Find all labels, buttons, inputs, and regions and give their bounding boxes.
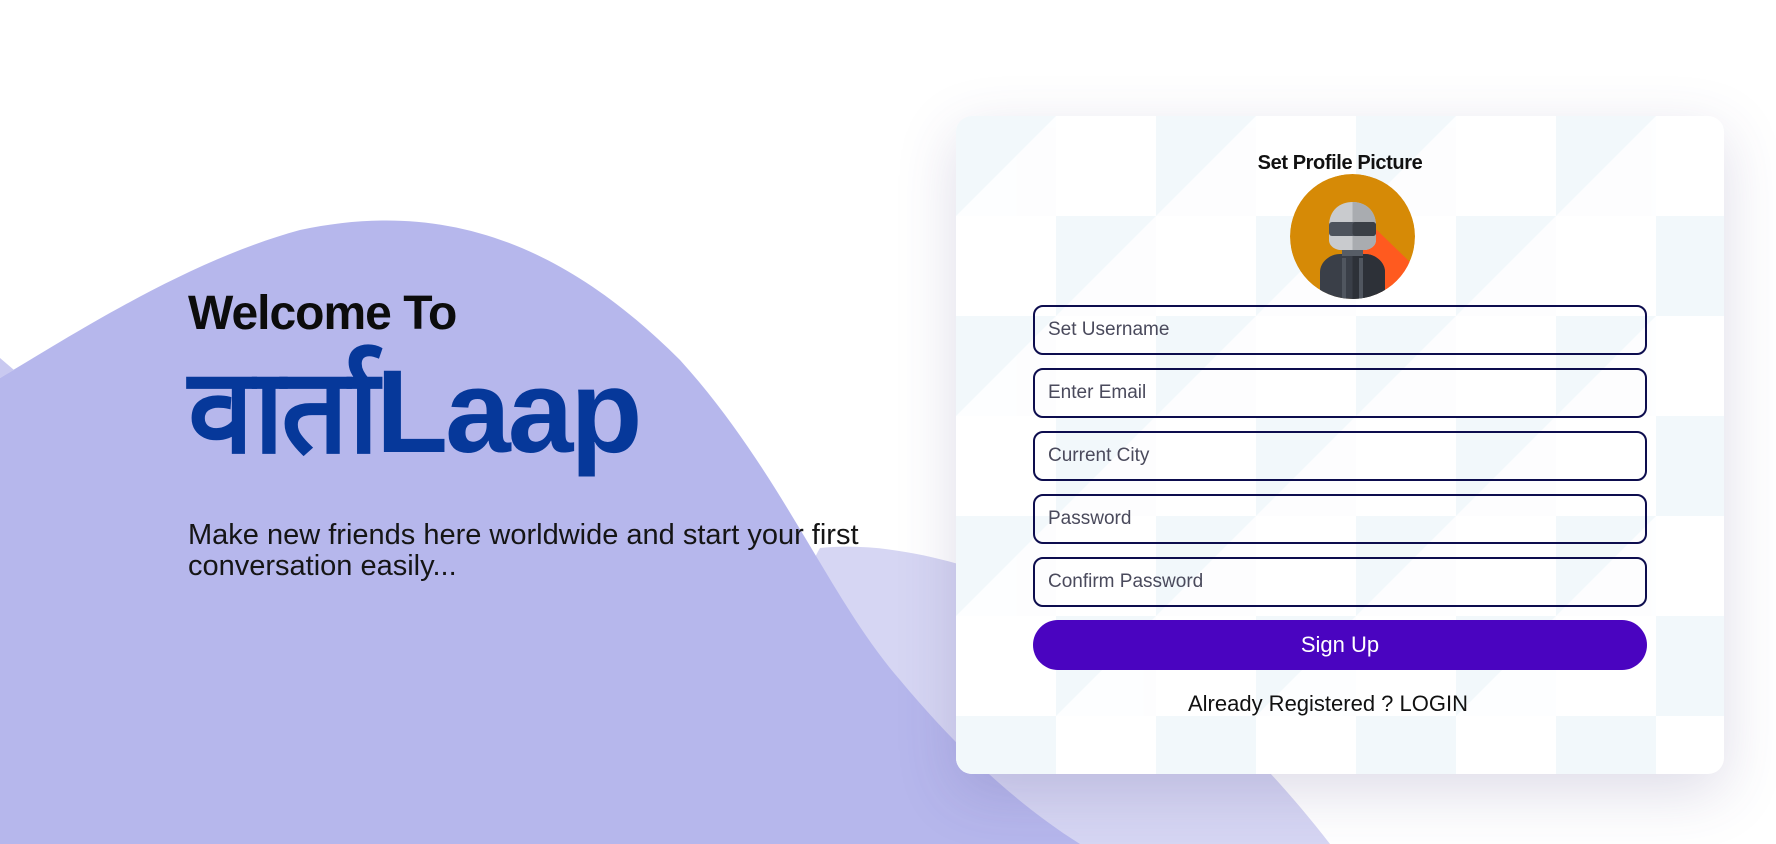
signup-card: Set Profile Picture Set Username Enter E…: [956, 116, 1724, 774]
signup-button[interactable]: Sign Up: [1033, 620, 1647, 670]
brand-title: वार्ताLaap: [188, 346, 642, 478]
welcome-heading: Welcome To: [188, 287, 457, 340]
login-link[interactable]: LOGIN: [1400, 691, 1468, 716]
user-avatar-icon: [1290, 174, 1415, 299]
city-input[interactable]: [1033, 431, 1647, 481]
profile-picture-avatar[interactable]: [1290, 174, 1415, 299]
already-registered-text: Already Registered ?: [1187, 691, 1394, 716]
password-input[interactable]: [1033, 494, 1647, 544]
email-input[interactable]: [1033, 368, 1647, 418]
username-input[interactable]: [1033, 305, 1647, 355]
login-prompt: Already Registered ? LOGIN: [956, 691, 1724, 717]
tagline: Make new friends here worldwide and star…: [188, 519, 859, 582]
confirm-password-input[interactable]: [1033, 557, 1647, 607]
signup-page: Welcome To वार्ताLaap Make new friends h…: [0, 0, 1776, 844]
card-content: Set Profile Picture Set Username Enter E…: [956, 116, 1724, 774]
signup-form: Sign Up: [1033, 305, 1647, 670]
profile-picture-title: Set Profile Picture: [1257, 152, 1423, 174]
hero-section: Welcome To वार्ताLaap Make new friends h…: [188, 286, 948, 582]
